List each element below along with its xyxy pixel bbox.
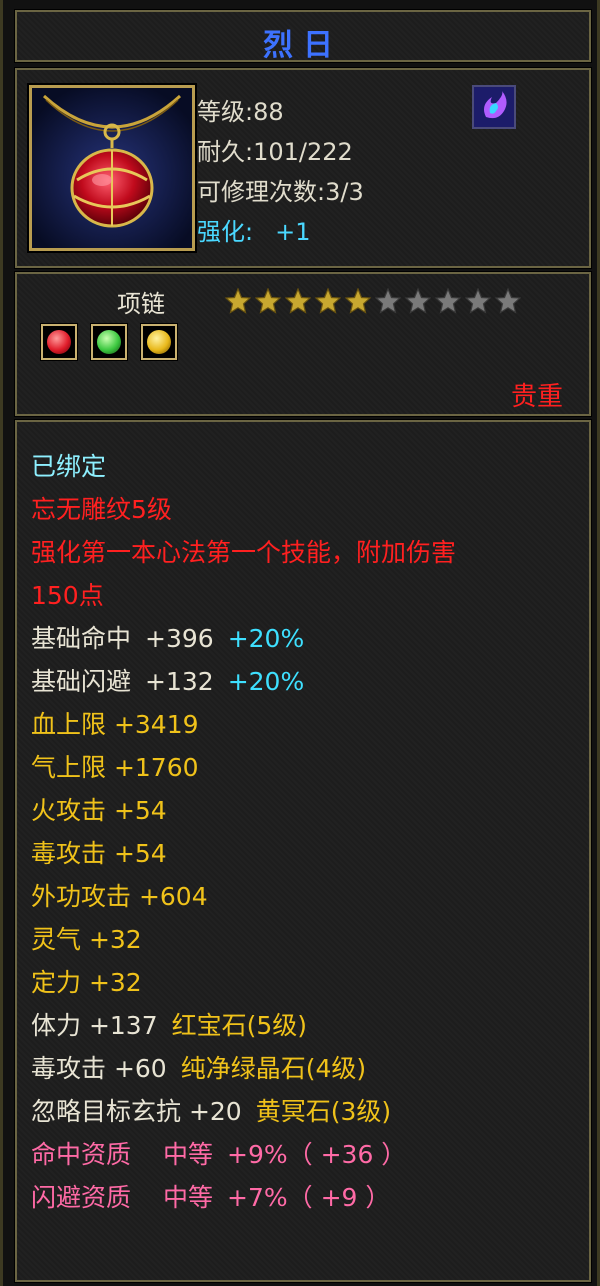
star-filled-icon: [315, 288, 341, 314]
base-hit-bonus: +20%: [227, 624, 305, 653]
base-hit-label: 基础命中: [31, 624, 132, 653]
gem-slot-red[interactable]: [40, 323, 78, 361]
star-filled-icon: [345, 288, 371, 314]
gem2-stat: 毒攻击 +60: [31, 1054, 167, 1083]
star-empty-icon: [405, 288, 431, 314]
skill-flame-icon[interactable]: [472, 85, 516, 129]
star-filled-icon: [255, 288, 281, 314]
base-dodge-line: 基础闪避 +132 +20%: [31, 667, 304, 697]
rarity-label: 贵重: [510, 382, 563, 412]
engrave-line: 忘无雕纹5级: [31, 495, 172, 524]
item-name: 烈日: [263, 28, 343, 63]
repair-count-text: 可修理次数:3/3: [197, 178, 364, 206]
skill-bonus-line: 强化第一本心法第一个技能，附加伤害: [31, 538, 457, 567]
enhance-value: +1: [275, 218, 311, 246]
base-dodge-label: 基础闪避: [31, 667, 132, 696]
aptitude-dodge-label: 闪避资质: [31, 1183, 132, 1212]
aptitude-dodge-line: 闪避资质 中等 +7%（ +9 ）: [31, 1183, 390, 1213]
flame-swirl-icon: [474, 87, 514, 127]
star-empty-icon: [375, 288, 401, 314]
star-empty-icon: [495, 288, 521, 314]
item-type: 项链: [117, 290, 165, 318]
gem-slot-yellow[interactable]: [140, 323, 178, 361]
necklace-icon: [32, 88, 192, 248]
gem-slot-green[interactable]: [90, 323, 128, 361]
aptitude-hit-grade: 中等: [163, 1140, 214, 1169]
focus-line: 定力 +32: [31, 968, 142, 997]
skill-bonus-line-2: 150点: [31, 581, 104, 610]
gem3-name: 黄冥石(3级): [255, 1097, 392, 1126]
qi-line: 气上限 +1760: [31, 753, 199, 782]
base-dodge-value: +132: [145, 667, 214, 696]
yellow-gem-icon: [147, 330, 171, 354]
hp-line: 血上限 +3419: [31, 710, 199, 739]
aptitude-dodge-grade: 中等: [163, 1183, 214, 1212]
enhance-line: 强化: +1: [197, 212, 310, 247]
base-hit-value: +396: [145, 624, 214, 653]
star-filled-icon: [225, 288, 251, 314]
enhance-label: 强化:: [197, 218, 254, 246]
aptitude-hit-value: +9%（ +36 ）: [227, 1140, 407, 1169]
gem2-name: 纯净绿晶石(4级): [180, 1054, 367, 1083]
gem1-name: 红宝石(5级): [171, 1011, 308, 1040]
type-panel: 项链 贵重: [14, 271, 592, 417]
attribute-panel: 已绑定 忘无雕纹5级 强化第一本心法第一个技能，附加伤害 150点 基础命中 +3…: [14, 419, 592, 1283]
title-bar: 烈日: [14, 9, 592, 63]
gem1-line: 体力 +137 红宝石(5级): [31, 1011, 307, 1041]
green-gem-icon: [97, 330, 121, 354]
fire-attack-line: 火攻击 +54: [31, 796, 167, 825]
info-panel: 等级:88 耐久:101/222 可修理次数:3/3 强化: +1: [14, 67, 592, 269]
star-empty-icon: [435, 288, 461, 314]
poison-attack-line: 毒攻击 +54: [31, 839, 167, 868]
red-gem-icon: [47, 330, 71, 354]
star-filled-icon: [285, 288, 311, 314]
aptitude-hit-label: 命中资质: [31, 1140, 132, 1169]
bound-status: 已绑定: [31, 452, 107, 481]
tooltip-frame: 烈日 等级:88 耐久:101/222 可修理次数:3/3 强化: +1 项链 …: [0, 0, 600, 1286]
external-attack-line: 外功攻击 +604: [31, 882, 208, 911]
gem2-line: 毒攻击 +60 纯净绿晶石(4级): [31, 1054, 366, 1084]
aptitude-dodge-value: +7%（ +9 ）: [227, 1183, 391, 1212]
durability-text: 耐久:101/222: [197, 138, 353, 166]
aptitude-hit-line: 命中资质 中等 +9%（ +36 ）: [31, 1140, 406, 1170]
star-empty-icon: [465, 288, 491, 314]
base-hit-line: 基础命中 +396 +20%: [31, 624, 304, 654]
level-text: 等级:88: [197, 98, 284, 126]
gem1-stat: 体力 +137: [31, 1011, 158, 1040]
base-dodge-bonus: +20%: [227, 667, 305, 696]
item-icon[interactable]: [27, 83, 197, 253]
gem3-line: 忽略目标玄抗 +20 黄冥石(3级): [31, 1097, 391, 1127]
gem3-stat: 忽略目标玄抗 +20: [31, 1097, 242, 1126]
spirit-line: 灵气 +32: [31, 925, 142, 954]
